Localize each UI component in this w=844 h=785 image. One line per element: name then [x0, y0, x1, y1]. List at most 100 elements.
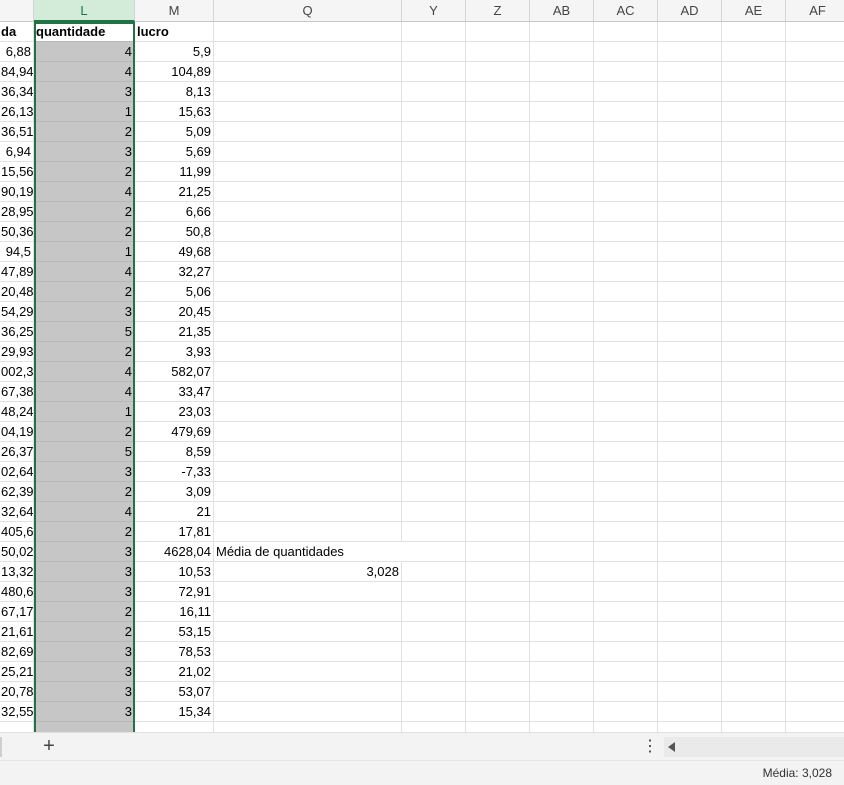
cell-ab[interactable] [530, 302, 594, 322]
cell-ab[interactable] [530, 682, 594, 702]
cell-ab[interactable] [530, 522, 594, 542]
cell-ab[interactable] [530, 562, 594, 582]
cell-q[interactable] [214, 182, 402, 202]
cell-y[interactable] [402, 462, 466, 482]
cell-k[interactable]: 90,19 [0, 182, 34, 202]
cell-y[interactable] [402, 582, 466, 602]
cell-k[interactable]: 20,78 [0, 682, 34, 702]
cell-y[interactable] [402, 202, 466, 222]
cell-ad[interactable] [658, 222, 722, 242]
cell-m[interactable]: 33,47 [135, 382, 214, 402]
header-cell-ab[interactable] [530, 22, 594, 42]
cell-af[interactable] [786, 602, 844, 622]
cell-ac[interactable] [594, 722, 658, 732]
cell-k[interactable]: 480,6 [0, 582, 34, 602]
cell-ab[interactable] [530, 602, 594, 622]
cell-l[interactable]: 4 [34, 382, 135, 402]
cell-af[interactable] [786, 82, 844, 102]
cell-q[interactable] [214, 502, 402, 522]
cell-ab[interactable] [530, 462, 594, 482]
cell-q[interactable] [214, 442, 402, 462]
cell-ad[interactable] [658, 342, 722, 362]
cell-q[interactable] [214, 122, 402, 142]
cell-ac[interactable] [594, 62, 658, 82]
cell-ac[interactable] [594, 322, 658, 342]
cell-ad[interactable] [658, 502, 722, 522]
cell-z[interactable] [466, 102, 530, 122]
header-cell-z[interactable] [466, 22, 530, 42]
cell-ac[interactable] [594, 402, 658, 422]
cell-ae[interactable] [722, 422, 786, 442]
cell-l[interactable]: 2 [34, 222, 135, 242]
cell-k[interactable]: 84,94 [0, 62, 34, 82]
more-options-icon[interactable]: ⋮ [642, 737, 658, 757]
cell-z[interactable] [466, 42, 530, 62]
cell-ad[interactable] [658, 122, 722, 142]
cell-ac[interactable] [594, 282, 658, 302]
cell-z[interactable] [466, 562, 530, 582]
cell-ae[interactable] [722, 202, 786, 222]
cell-ad[interactable] [658, 602, 722, 622]
cell-m[interactable]: 5,69 [135, 142, 214, 162]
cell-ae[interactable] [722, 262, 786, 282]
cell-ab[interactable] [530, 422, 594, 442]
cell-ae[interactable] [722, 162, 786, 182]
cell-ae[interactable] [722, 562, 786, 582]
column-header-ad[interactable]: AD [658, 0, 722, 22]
column-header-ae[interactable]: AE [722, 0, 786, 22]
cell-ac[interactable] [594, 122, 658, 142]
cell-z[interactable] [466, 722, 530, 732]
cell-z[interactable] [466, 482, 530, 502]
cell-ae[interactable] [722, 102, 786, 122]
cell-af[interactable] [786, 262, 844, 282]
cell-k[interactable]: 50,36 [0, 222, 34, 242]
cell-ac[interactable] [594, 522, 658, 542]
cell-k[interactable]: 20,48 [0, 282, 34, 302]
cell-l[interactable]: 4 [34, 62, 135, 82]
column-header-l[interactable]: L [34, 0, 135, 22]
header-cell-y[interactable] [402, 22, 466, 42]
cell-ab[interactable] [530, 162, 594, 182]
cell-z[interactable] [466, 422, 530, 442]
cell-z[interactable] [466, 662, 530, 682]
cell-q[interactable] [214, 702, 402, 722]
cell-m[interactable]: 3,93 [135, 342, 214, 362]
cell-y[interactable] [402, 262, 466, 282]
cell-ad[interactable] [658, 242, 722, 262]
cell-y[interactable] [402, 302, 466, 322]
cell-ab[interactable] [530, 322, 594, 342]
cell-ac[interactable] [594, 162, 658, 182]
cell-k[interactable]: 94,5 [0, 242, 34, 262]
cell-z[interactable] [466, 682, 530, 702]
cell-l[interactable]: 3 [34, 142, 135, 162]
cell-y[interactable] [402, 682, 466, 702]
cell-ac[interactable] [594, 102, 658, 122]
cell-ae[interactable] [722, 242, 786, 262]
cell-ab[interactable] [530, 542, 594, 562]
cell-ae[interactable] [722, 342, 786, 362]
cell-q[interactable] [214, 722, 402, 732]
cell-af[interactable] [786, 302, 844, 322]
cell-z[interactable] [466, 162, 530, 182]
cell-q[interactable] [214, 622, 402, 642]
cell-m[interactable]: 50,8 [135, 222, 214, 242]
cell-ad[interactable] [658, 362, 722, 382]
cell-ae[interactable] [722, 722, 786, 732]
cell-ae[interactable] [722, 522, 786, 542]
cell-ac[interactable] [594, 602, 658, 622]
cell-ac[interactable] [594, 382, 658, 402]
cell-q[interactable] [214, 102, 402, 122]
cell-m[interactable]: 479,69 [135, 422, 214, 442]
cell-q[interactable] [214, 582, 402, 602]
cell-l[interactable]: 4 [34, 502, 135, 522]
cell-af[interactable] [786, 222, 844, 242]
cell-af[interactable] [786, 542, 844, 562]
cell-l[interactable]: 4 [34, 182, 135, 202]
cell-ad[interactable] [658, 182, 722, 202]
cell-ae[interactable] [722, 382, 786, 402]
header-cell-ae[interactable] [722, 22, 786, 42]
header-cell-k[interactable]: da [0, 22, 34, 42]
cell-y[interactable] [402, 322, 466, 342]
cell-ae[interactable] [722, 222, 786, 242]
cell-ad[interactable] [658, 42, 722, 62]
